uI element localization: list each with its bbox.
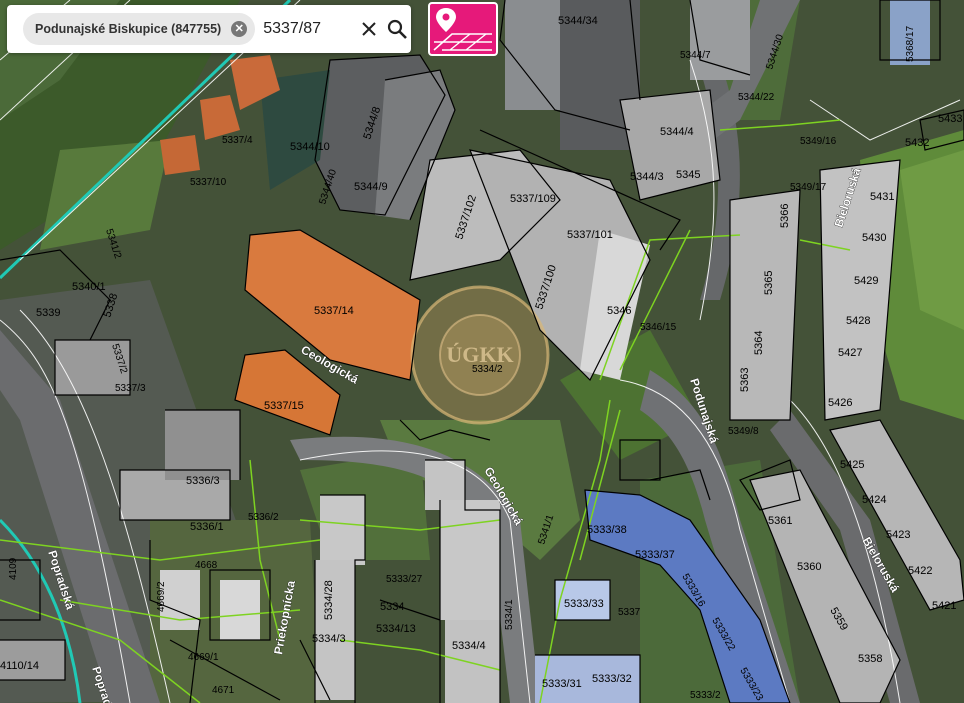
svg-text:5334/1: 5334/1 (504, 599, 515, 630)
svg-text:5334/28: 5334/28 (323, 580, 335, 620)
svg-text:5337/10: 5337/10 (190, 177, 227, 188)
svg-text:5333/32: 5333/32 (592, 673, 632, 685)
svg-text:5366: 5366 (779, 204, 791, 228)
svg-text:5346/15: 5346/15 (640, 322, 677, 333)
svg-text:5337/15: 5337/15 (264, 400, 304, 412)
svg-text:5430: 5430 (862, 232, 886, 244)
svg-text:5344/7: 5344/7 (680, 50, 711, 61)
svg-text:5344/22: 5344/22 (738, 92, 775, 103)
svg-text:5339: 5339 (36, 307, 60, 319)
close-circle-icon[interactable]: ✕ (231, 21, 248, 37)
clear-search-button[interactable] (355, 11, 383, 47)
cadastral-area-chip[interactable]: Podunajské Biskupice (847755) ✕ (23, 13, 256, 45)
svg-text:5349/16: 5349/16 (800, 136, 837, 147)
svg-text:4669/2: 4669/2 (156, 581, 167, 612)
svg-text:5334/2: 5334/2 (472, 364, 503, 375)
svg-text:5344/10: 5344/10 (290, 141, 330, 153)
svg-text:5424: 5424 (862, 494, 886, 506)
search-button[interactable] (383, 11, 411, 47)
svg-text:5344/3: 5344/3 (630, 171, 664, 183)
svg-text:5364: 5364 (753, 331, 765, 355)
svg-text:5423: 5423 (886, 529, 910, 541)
svg-text:5363: 5363 (739, 368, 751, 392)
svg-text:5346: 5346 (607, 305, 631, 317)
svg-text:5360: 5360 (797, 561, 821, 573)
cadastral-map[interactable]: ÚGKK 5344/34 5344/7 5344/30 5344/22 5368… (0, 0, 964, 703)
svg-text:5336/3: 5336/3 (186, 475, 220, 487)
svg-text:5337/4: 5337/4 (222, 135, 253, 146)
svg-text:5337/14: 5337/14 (314, 305, 354, 317)
close-icon (362, 22, 376, 36)
svg-text:5361: 5361 (768, 515, 792, 527)
svg-text:5334/3: 5334/3 (312, 633, 346, 645)
svg-text:4109: 4109 (8, 557, 19, 580)
svg-text:5368/17: 5368/17 (905, 25, 916, 62)
parcel-map-pin-icon (433, 8, 492, 51)
svg-text:5431: 5431 (870, 191, 894, 203)
svg-text:5334/13: 5334/13 (376, 623, 416, 635)
svg-text:5336/1: 5336/1 (190, 521, 224, 533)
search-bar: Podunajské Biskupice (847755) ✕ (7, 5, 411, 53)
svg-text:5422: 5422 (908, 565, 932, 577)
svg-text:5432: 5432 (905, 137, 929, 149)
svg-text:5427: 5427 (838, 347, 862, 359)
svg-text:5333/27: 5333/27 (386, 574, 423, 585)
svg-text:5349/8: 5349/8 (728, 426, 759, 437)
svg-text:5334: 5334 (380, 601, 404, 613)
svg-text:5345: 5345 (676, 169, 700, 181)
svg-text:5333/33: 5333/33 (564, 598, 604, 610)
svg-text:5344/34: 5344/34 (558, 15, 598, 27)
svg-text:5433: 5433 (938, 113, 962, 125)
svg-text:5426: 5426 (828, 397, 852, 409)
svg-text:4110/14: 4110/14 (0, 660, 39, 672)
svg-text:5425: 5425 (840, 459, 864, 471)
cadastral-area-label: Podunajské Biskupice (847755) (35, 22, 222, 36)
search-icon (387, 19, 407, 39)
parcel-search-input[interactable] (261, 19, 352, 39)
svg-text:5340/1: 5340/1 (72, 281, 106, 293)
svg-text:5333/38: 5333/38 (587, 524, 627, 536)
svg-text:4669/1: 4669/1 (188, 652, 219, 663)
svg-text:5336/2: 5336/2 (248, 512, 279, 523)
svg-text:5337: 5337 (618, 607, 641, 618)
svg-text:5333/2: 5333/2 (690, 690, 721, 701)
svg-text:4671: 4671 (212, 685, 235, 696)
svg-text:5344/4: 5344/4 (660, 126, 694, 138)
svg-text:5334/4: 5334/4 (452, 640, 486, 652)
svg-text:5333/31: 5333/31 (542, 678, 582, 690)
svg-text:5337/101: 5337/101 (567, 229, 613, 241)
svg-text:5365: 5365 (763, 271, 775, 295)
svg-text:5428: 5428 (846, 315, 870, 327)
parcel-layer-button[interactable] (428, 2, 498, 56)
svg-text:5344/9: 5344/9 (354, 181, 388, 193)
svg-text:5429: 5429 (854, 275, 878, 287)
svg-text:5333/37: 5333/37 (635, 549, 675, 561)
svg-text:5349/17: 5349/17 (790, 182, 827, 193)
svg-text:5358: 5358 (858, 653, 882, 665)
svg-text:5337/3: 5337/3 (115, 383, 146, 394)
svg-text:5337/109: 5337/109 (510, 193, 556, 205)
svg-text:5421: 5421 (932, 600, 956, 612)
svg-text:4668: 4668 (195, 560, 218, 571)
